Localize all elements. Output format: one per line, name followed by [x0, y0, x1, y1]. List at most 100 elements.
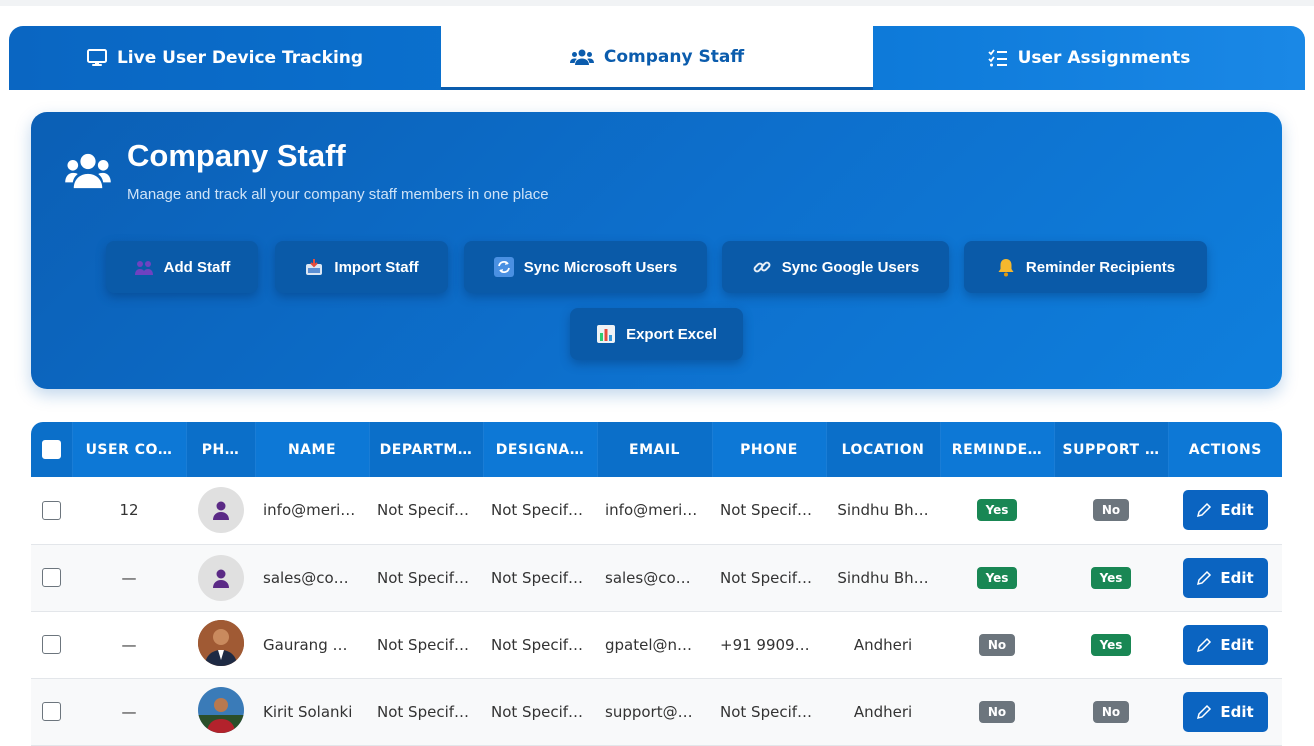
cell-phone: Not Specif… — [712, 544, 826, 612]
pencil-icon — [1197, 570, 1212, 585]
row-checkbox[interactable] — [42, 500, 61, 520]
cell-photo — [186, 678, 255, 746]
cell-email: support@… — [597, 678, 712, 746]
status-badge: Yes — [976, 499, 1018, 522]
header-reminder[interactable]: REMINDE… — [940, 422, 1055, 477]
add-staff-button[interactable]: Add Staff — [106, 241, 258, 293]
sync-microsoft-users-button[interactable]: Sync Microsoft Users — [464, 241, 707, 293]
avatar — [197, 554, 244, 601]
cell-actions: Edit — [1168, 477, 1282, 545]
cell-user-code: — — [72, 544, 186, 612]
header-phone[interactable]: PHONE — [712, 422, 827, 477]
header-department[interactable]: DEPARTM… — [369, 422, 484, 477]
cell-location: Andheri — [826, 678, 940, 746]
staff-table-container: USER CO… PH… NAME DEPARTM… DESIGNA… EMAI… — [31, 422, 1282, 746]
list-check-icon — [987, 49, 1008, 67]
cell-email: gpatel@n… — [597, 611, 712, 679]
user-silhouette-icon — [212, 501, 229, 521]
cell-email: sales@co… — [597, 544, 712, 612]
row-checkbox[interactable] — [42, 702, 61, 721]
staff-table: USER CO… PH… NAME DEPARTM… DESIGNA… EMAI… — [31, 422, 1282, 746]
top-divider — [0, 0, 1314, 6]
cell-designation: Not Specif… — [483, 611, 597, 679]
cell-department: Not Specif… — [369, 678, 483, 746]
edit-button[interactable]: Edit — [1182, 691, 1268, 732]
cell-phone: Not Specif… — [712, 678, 826, 746]
row-select-cell — [31, 678, 72, 746]
table-row: — sales@co… Not Specif… Not Specif… sale… — [31, 544, 1282, 612]
button-label: Sync Microsoft Users — [523, 258, 678, 276]
chart-icon — [596, 324, 616, 344]
edit-button[interactable]: Edit — [1182, 624, 1268, 665]
header-user-code[interactable]: USER CO… — [72, 422, 187, 477]
table-header-row: USER CO… PH… NAME DEPARTM… DESIGNA… EMAI… — [31, 422, 1282, 477]
cell-name: info@meri… — [255, 477, 369, 545]
row-checkbox[interactable] — [42, 635, 61, 654]
status-badge: No — [978, 700, 1016, 723]
cell-photo — [186, 611, 255, 679]
link-icon — [752, 257, 772, 277]
cell-photo — [186, 477, 255, 545]
tab-company-staff[interactable]: Company Staff — [441, 26, 873, 90]
hero-panel: Company Staff Manage and track all your … — [31, 112, 1282, 389]
cell-department: Not Specif… — [369, 477, 483, 545]
tab-label: Company Staff — [603, 46, 745, 67]
edit-label: Edit — [1220, 568, 1254, 587]
cell-name: Gaurang … — [255, 611, 369, 679]
tab-label: User Assignments — [1017, 48, 1191, 68]
tab-live-user-device-tracking[interactable]: Live User Device Tracking — [9, 26, 441, 90]
cell-designation: Not Specif… — [483, 477, 597, 545]
cell-phone: Not Specif… — [712, 477, 826, 545]
cell-phone: +91 99090… — [712, 611, 826, 679]
header-support[interactable]: SUPPORT … — [1054, 422, 1169, 477]
cell-user-code: — — [72, 611, 186, 679]
select-all-checkbox[interactable] — [41, 440, 61, 459]
edit-button[interactable]: Edit — [1182, 490, 1268, 531]
add-people-icon — [134, 257, 154, 277]
cell-reminder: No — [940, 611, 1054, 679]
header-photo[interactable]: PH… — [186, 422, 256, 477]
row-select-cell — [31, 611, 72, 679]
status-badge: No — [978, 633, 1016, 656]
button-label: Reminder Recipients — [1025, 258, 1176, 276]
button-label: Sync Google Users — [781, 258, 920, 276]
edit-label: Edit — [1220, 702, 1254, 721]
table-row: 12 info@meri… Not Specif… Not Specif… in… — [31, 477, 1282, 545]
cell-department: Not Specif… — [369, 611, 483, 679]
cell-name: Kirit Solanki — [255, 678, 369, 746]
export-excel-button[interactable]: Export Excel — [570, 308, 743, 360]
tab-user-assignments[interactable]: User Assignments — [873, 26, 1305, 90]
button-label: Add Staff — [163, 258, 231, 276]
edit-button[interactable]: Edit — [1182, 557, 1268, 598]
header-designation[interactable]: DESIGNA… — [483, 422, 598, 477]
sync-google-users-button[interactable]: Sync Google Users — [722, 241, 949, 293]
page-container: Live User Device Tracking Company Staff … — [9, 26, 1305, 746]
header-name[interactable]: NAME — [255, 422, 370, 477]
pencil-icon — [1197, 704, 1212, 719]
cell-reminder: Yes — [940, 544, 1054, 612]
table-row: — Gaurang … Not Specif… Not Specif… gpat… — [31, 611, 1282, 679]
row-checkbox[interactable] — [42, 568, 61, 587]
tab-label: Live User Device Tracking — [116, 48, 364, 68]
status-badge: Yes — [1090, 633, 1132, 656]
page-subtitle: Manage and track all your company staff … — [127, 186, 549, 203]
row-select-cell — [31, 544, 72, 612]
bell-icon — [996, 257, 1016, 277]
header-email[interactable]: EMAIL — [597, 422, 713, 477]
avatar — [197, 487, 244, 534]
sync-icon — [493, 257, 514, 277]
cell-designation: Not Specif… — [483, 544, 597, 612]
cell-user-code: 12 — [72, 477, 186, 545]
monitor-icon — [86, 49, 107, 67]
user-photo-icon — [197, 686, 244, 733]
inbox-tray-icon — [304, 257, 324, 277]
users-icon — [65, 152, 111, 194]
pencil-icon — [1197, 503, 1212, 518]
cell-actions: Edit — [1168, 611, 1282, 679]
page-title: Company Staff — [127, 138, 346, 173]
header-location[interactable]: LOCATION — [826, 422, 941, 477]
button-label: Import Staff — [334, 258, 419, 276]
reminder-recipients-button[interactable]: Reminder Recipients — [964, 241, 1207, 293]
table-row: — Kirit Solanki Not Specif… Not Specif… … — [31, 678, 1282, 746]
import-staff-button[interactable]: Import Staff — [275, 241, 448, 293]
